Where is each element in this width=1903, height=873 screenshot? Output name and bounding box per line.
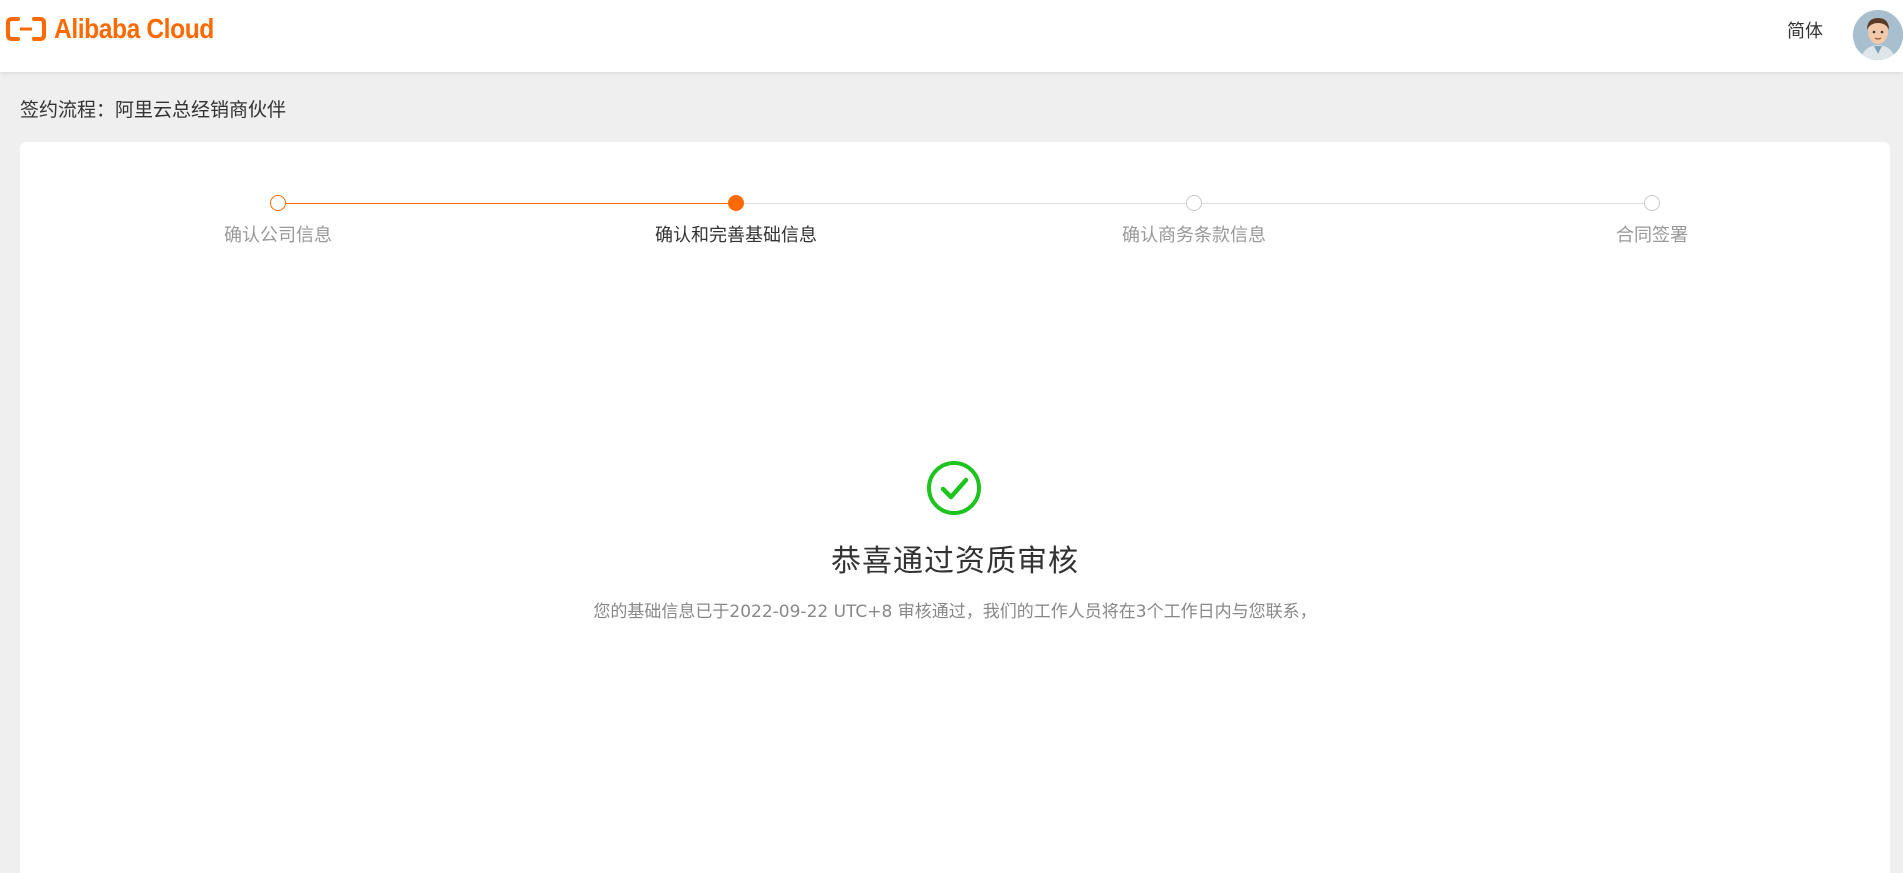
page-breadcrumb: 签约流程：阿里云总经销商伙伴: [20, 99, 287, 121]
step-connector-3: [1202, 203, 1644, 204]
content-card: 确认公司信息 确认和完善基础信息 确认商务条款信息 合同签署 恭喜通过资质审核 …: [20, 142, 1890, 873]
step-2-label: 确认和完善基础信息: [655, 225, 817, 246]
step-4-dot: [1644, 195, 1660, 211]
step-1-label: 确认公司信息: [224, 225, 332, 246]
user-avatar[interactable]: [1853, 10, 1903, 60]
result-title: 恭喜通过资质审核: [831, 544, 1079, 579]
avatar-icon: [1853, 10, 1903, 60]
step-connector-1: [286, 203, 728, 204]
step-3-label: 确认商务条款信息: [1122, 225, 1266, 246]
top-navbar: Alibaba Cloud 简体: [0, 0, 1903, 72]
step-2-dot: [728, 195, 744, 211]
logo-text: Alibaba Cloud: [54, 13, 214, 44]
step-4-label: 合同签署: [1616, 225, 1688, 246]
result-description: 您的基础信息已于2022-09-22 UTC+8 审核通过，我们的工作人员将在3…: [593, 602, 1317, 622]
check-circle-icon: [927, 461, 981, 515]
step-1-dot: [270, 195, 286, 211]
step-progress: 确认公司信息 确认和完善基础信息 确认商务条款信息 合同签署: [20, 142, 1890, 262]
language-switch[interactable]: 简体: [1787, 20, 1823, 44]
step-3-dot: [1186, 195, 1202, 211]
alibaba-cloud-logo[interactable]: Alibaba Cloud: [6, 14, 236, 44]
step-connector-2: [744, 203, 1186, 204]
alibaba-cloud-logo-icon: [6, 17, 46, 41]
